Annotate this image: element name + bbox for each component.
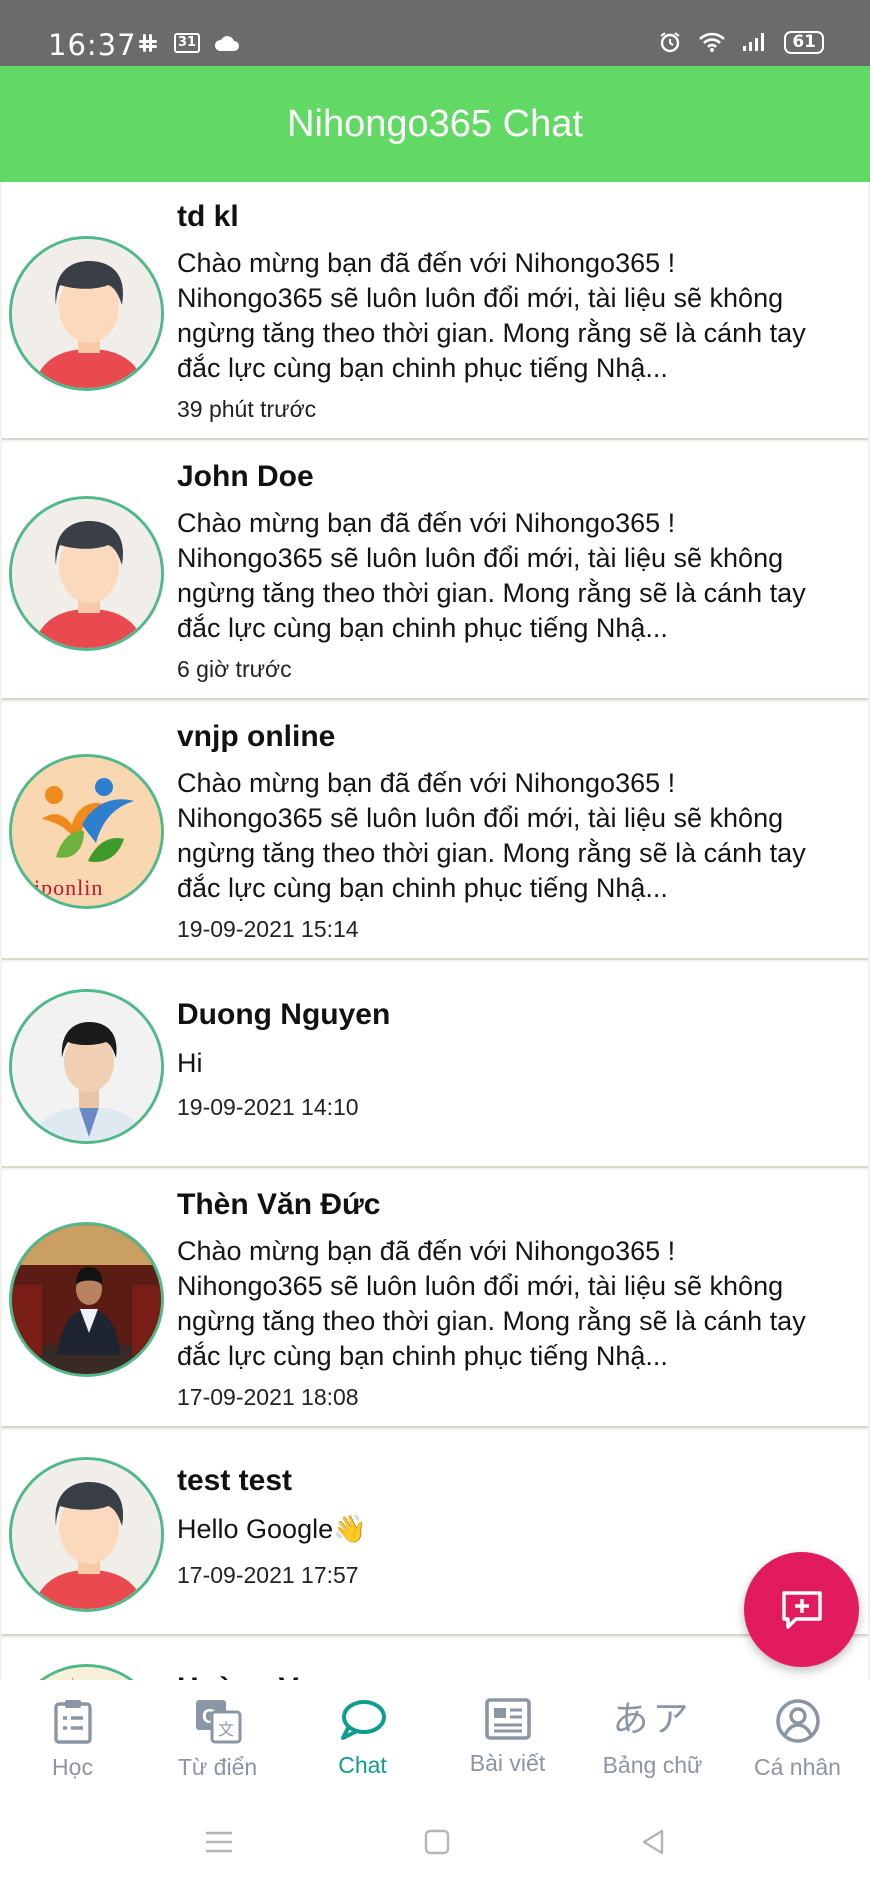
default-avatar xyxy=(9,496,164,651)
bottom-tab-bar: Học G文 Từ điển Chat Bài viết あア Bảng chữ… xyxy=(0,1680,870,1800)
conversation-item[interactable]: John Doe Chào mừng bạn đã đến với Nihong… xyxy=(2,442,868,700)
contact-name: Duong Nguyen xyxy=(177,998,391,1031)
translate-icon: G文 xyxy=(195,1700,241,1744)
signal-icon xyxy=(743,33,765,51)
tab-label: Cá nhân xyxy=(754,1754,841,1780)
battery-icon: 61 xyxy=(784,30,824,54)
tab-label: Từ điển xyxy=(177,1754,258,1780)
article-icon xyxy=(484,1698,531,1740)
message-time: 19-09-2021 14:10 xyxy=(177,1094,359,1120)
tab-ca-nhan[interactable]: Cá nhân xyxy=(725,1680,870,1800)
cloud-icon xyxy=(215,36,240,51)
back-icon[interactable] xyxy=(640,1828,666,1856)
photo-avatar xyxy=(9,989,164,1144)
tab-tu-dien[interactable]: G文 Từ điển xyxy=(145,1680,290,1800)
new-message-icon xyxy=(781,1590,822,1629)
message-preview: Hi xyxy=(177,1048,203,1078)
status-time: 16:37 xyxy=(48,28,137,62)
app-header: Nihongo365 Chat xyxy=(0,66,870,182)
new-chat-button[interactable] xyxy=(744,1552,859,1667)
message-preview: Chào mừng bạn đã đến với Nihongo365 ! Ni… xyxy=(177,508,806,643)
default-avatar xyxy=(9,1457,164,1612)
status-bar: 16:37 31 61 xyxy=(0,0,870,66)
logo-avatar xyxy=(9,1664,164,1680)
contact-name: Thèn Văn Đức xyxy=(177,1188,381,1221)
conversation-item[interactable]: test test Hello Google👋 17-09-2021 17:57 xyxy=(2,1430,868,1636)
contact-name: John Doe xyxy=(177,460,314,493)
home-icon[interactable] xyxy=(424,1829,450,1855)
logo-avatar: niponlin xyxy=(9,754,164,909)
calendar-icon: 31 xyxy=(174,33,201,53)
conversation-item[interactable]: Thèn Văn Đức Chào mừng bạn đã đến với Ni… xyxy=(2,1170,868,1428)
contact-name: test test xyxy=(177,1464,293,1497)
conversation-item[interactable]: niponlin vnjp online Chào mừng bạn đã đế… xyxy=(2,702,868,960)
alarm-icon xyxy=(660,32,680,53)
tab-label: Bảng chữ xyxy=(602,1752,703,1778)
conversation-item[interactable]: Duong Nguyen Hi 19-09-2021 14:10 xyxy=(2,962,868,1168)
message-preview: Chào mừng bạn đã đến với Nihongo365 ! Ni… xyxy=(177,768,806,903)
user-circle-icon xyxy=(775,1699,820,1743)
message-time: 39 phút trước xyxy=(177,396,317,422)
slack-icon xyxy=(139,34,157,52)
conversation-item[interactable]: td kl Chào mừng bạn đã đến với Nihongo36… xyxy=(2,182,868,440)
kana-icon: あア xyxy=(612,1699,693,1740)
message-preview: Chào mừng bạn đã đến với Nihongo365 ! Ni… xyxy=(177,248,806,383)
system-nav-bar xyxy=(0,1800,870,1884)
photo-avatar xyxy=(9,1222,164,1377)
tab-chat[interactable]: Chat xyxy=(290,1680,435,1800)
contact-name: vnjp online xyxy=(177,720,336,753)
logo-text: niponlin xyxy=(22,875,104,900)
tab-bai-viet[interactable]: Bài viết xyxy=(435,1680,580,1800)
message-time: 6 giờ trước xyxy=(177,656,292,682)
tab-hoc[interactable]: Học xyxy=(0,1680,145,1800)
wifi-icon xyxy=(699,32,726,52)
tab-label: Học xyxy=(52,1754,93,1780)
message-preview: Hello Google👋 xyxy=(177,1514,367,1544)
tab-bang-chu[interactable]: あア Bảng chữ xyxy=(580,1680,725,1800)
contact-name: td kl xyxy=(177,200,239,233)
clipboard-list-icon xyxy=(53,1700,92,1744)
svg-text:文: 文 xyxy=(218,1720,234,1739)
conversation-item[interactable]: Hoàng V xyxy=(2,1638,868,1680)
message-time: 19-09-2021 15:14 xyxy=(177,916,359,942)
page-title: Nihongo365 Chat xyxy=(287,102,583,145)
chat-bubble-icon xyxy=(340,1700,386,1740)
message-time: 17-09-2021 17:57 xyxy=(177,1562,359,1588)
message-preview: Chào mừng bạn đã đến với Nihongo365 ! Ni… xyxy=(177,1236,806,1371)
conversation-list[interactable]: td kl Chào mừng bạn đã đến với Nihongo36… xyxy=(0,182,870,1680)
tab-label: Bài viết xyxy=(469,1750,546,1776)
default-avatar xyxy=(9,236,164,391)
message-time: 17-09-2021 18:08 xyxy=(177,1384,359,1410)
tab-label: Chat xyxy=(338,1752,387,1778)
contact-name: Hoàng V xyxy=(177,1672,299,1680)
menu-icon[interactable] xyxy=(204,1830,234,1854)
